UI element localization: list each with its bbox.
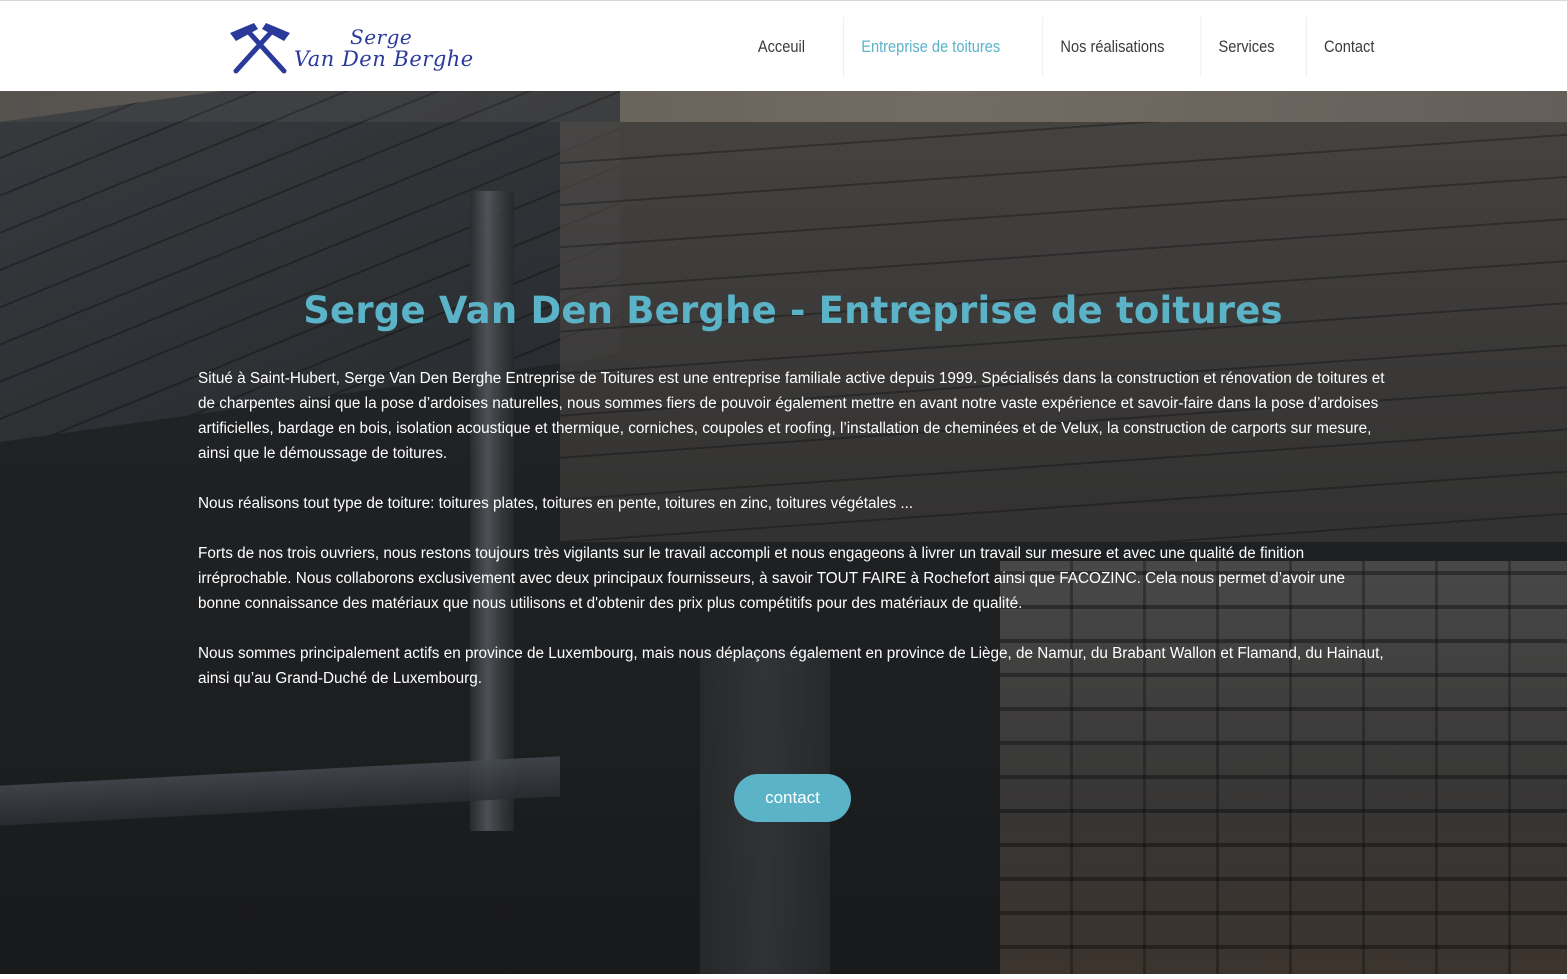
service-area-paragraph: Nous sommes principalement actifs en pro… <box>198 645 1384 687</box>
site-header: Serge Van Den Berghe Acceuil Entreprise … <box>0 0 1567 91</box>
roof-types-paragraph: Nous réalisons tout type de toiture: toi… <box>198 495 914 512</box>
site-logo[interactable]: Serge Van Den Berghe <box>228 15 478 79</box>
contact-button[interactable]: contact <box>734 774 851 822</box>
intro-paragraph: Situé à Saint-Hubert, Serge Van Den Berg… <box>198 370 1385 462</box>
bottom-divider <box>0 974 1567 979</box>
logo-text-last-name: Van Den Berghe <box>294 47 474 71</box>
crossed-roofing-hammers-icon <box>230 23 290 74</box>
nav-item-contact[interactable]: Contact <box>1306 17 1392 77</box>
nav-item-nos-realisations[interactable]: Nos réalisations <box>1042 17 1182 77</box>
background-wood-cladding <box>560 122 1567 542</box>
background-stone-wall <box>1000 561 1567 979</box>
page: Serge Van Den Berghe Acceuil Entreprise … <box>0 0 1567 979</box>
nav-item-acceuil[interactable]: Acceuil <box>740 17 822 77</box>
main-nav: Acceuil Entreprise de toitures Nos réali… <box>734 17 1399 77</box>
nav-item-services[interactable]: Services <box>1200 17 1292 77</box>
team-suppliers-paragraph: Forts de nos trois ouvriers, nous reston… <box>198 545 1345 612</box>
logo-text-first-name: Serge <box>350 25 413 49</box>
hero-section: Serge Van Den Berghe - Entreprise de toi… <box>0 91 1567 979</box>
nav-item-entreprise-de-toitures[interactable]: Entreprise de toitures <box>842 17 1017 77</box>
hero-title: Serge Van Den Berghe - Entreprise de toi… <box>303 289 1283 332</box>
